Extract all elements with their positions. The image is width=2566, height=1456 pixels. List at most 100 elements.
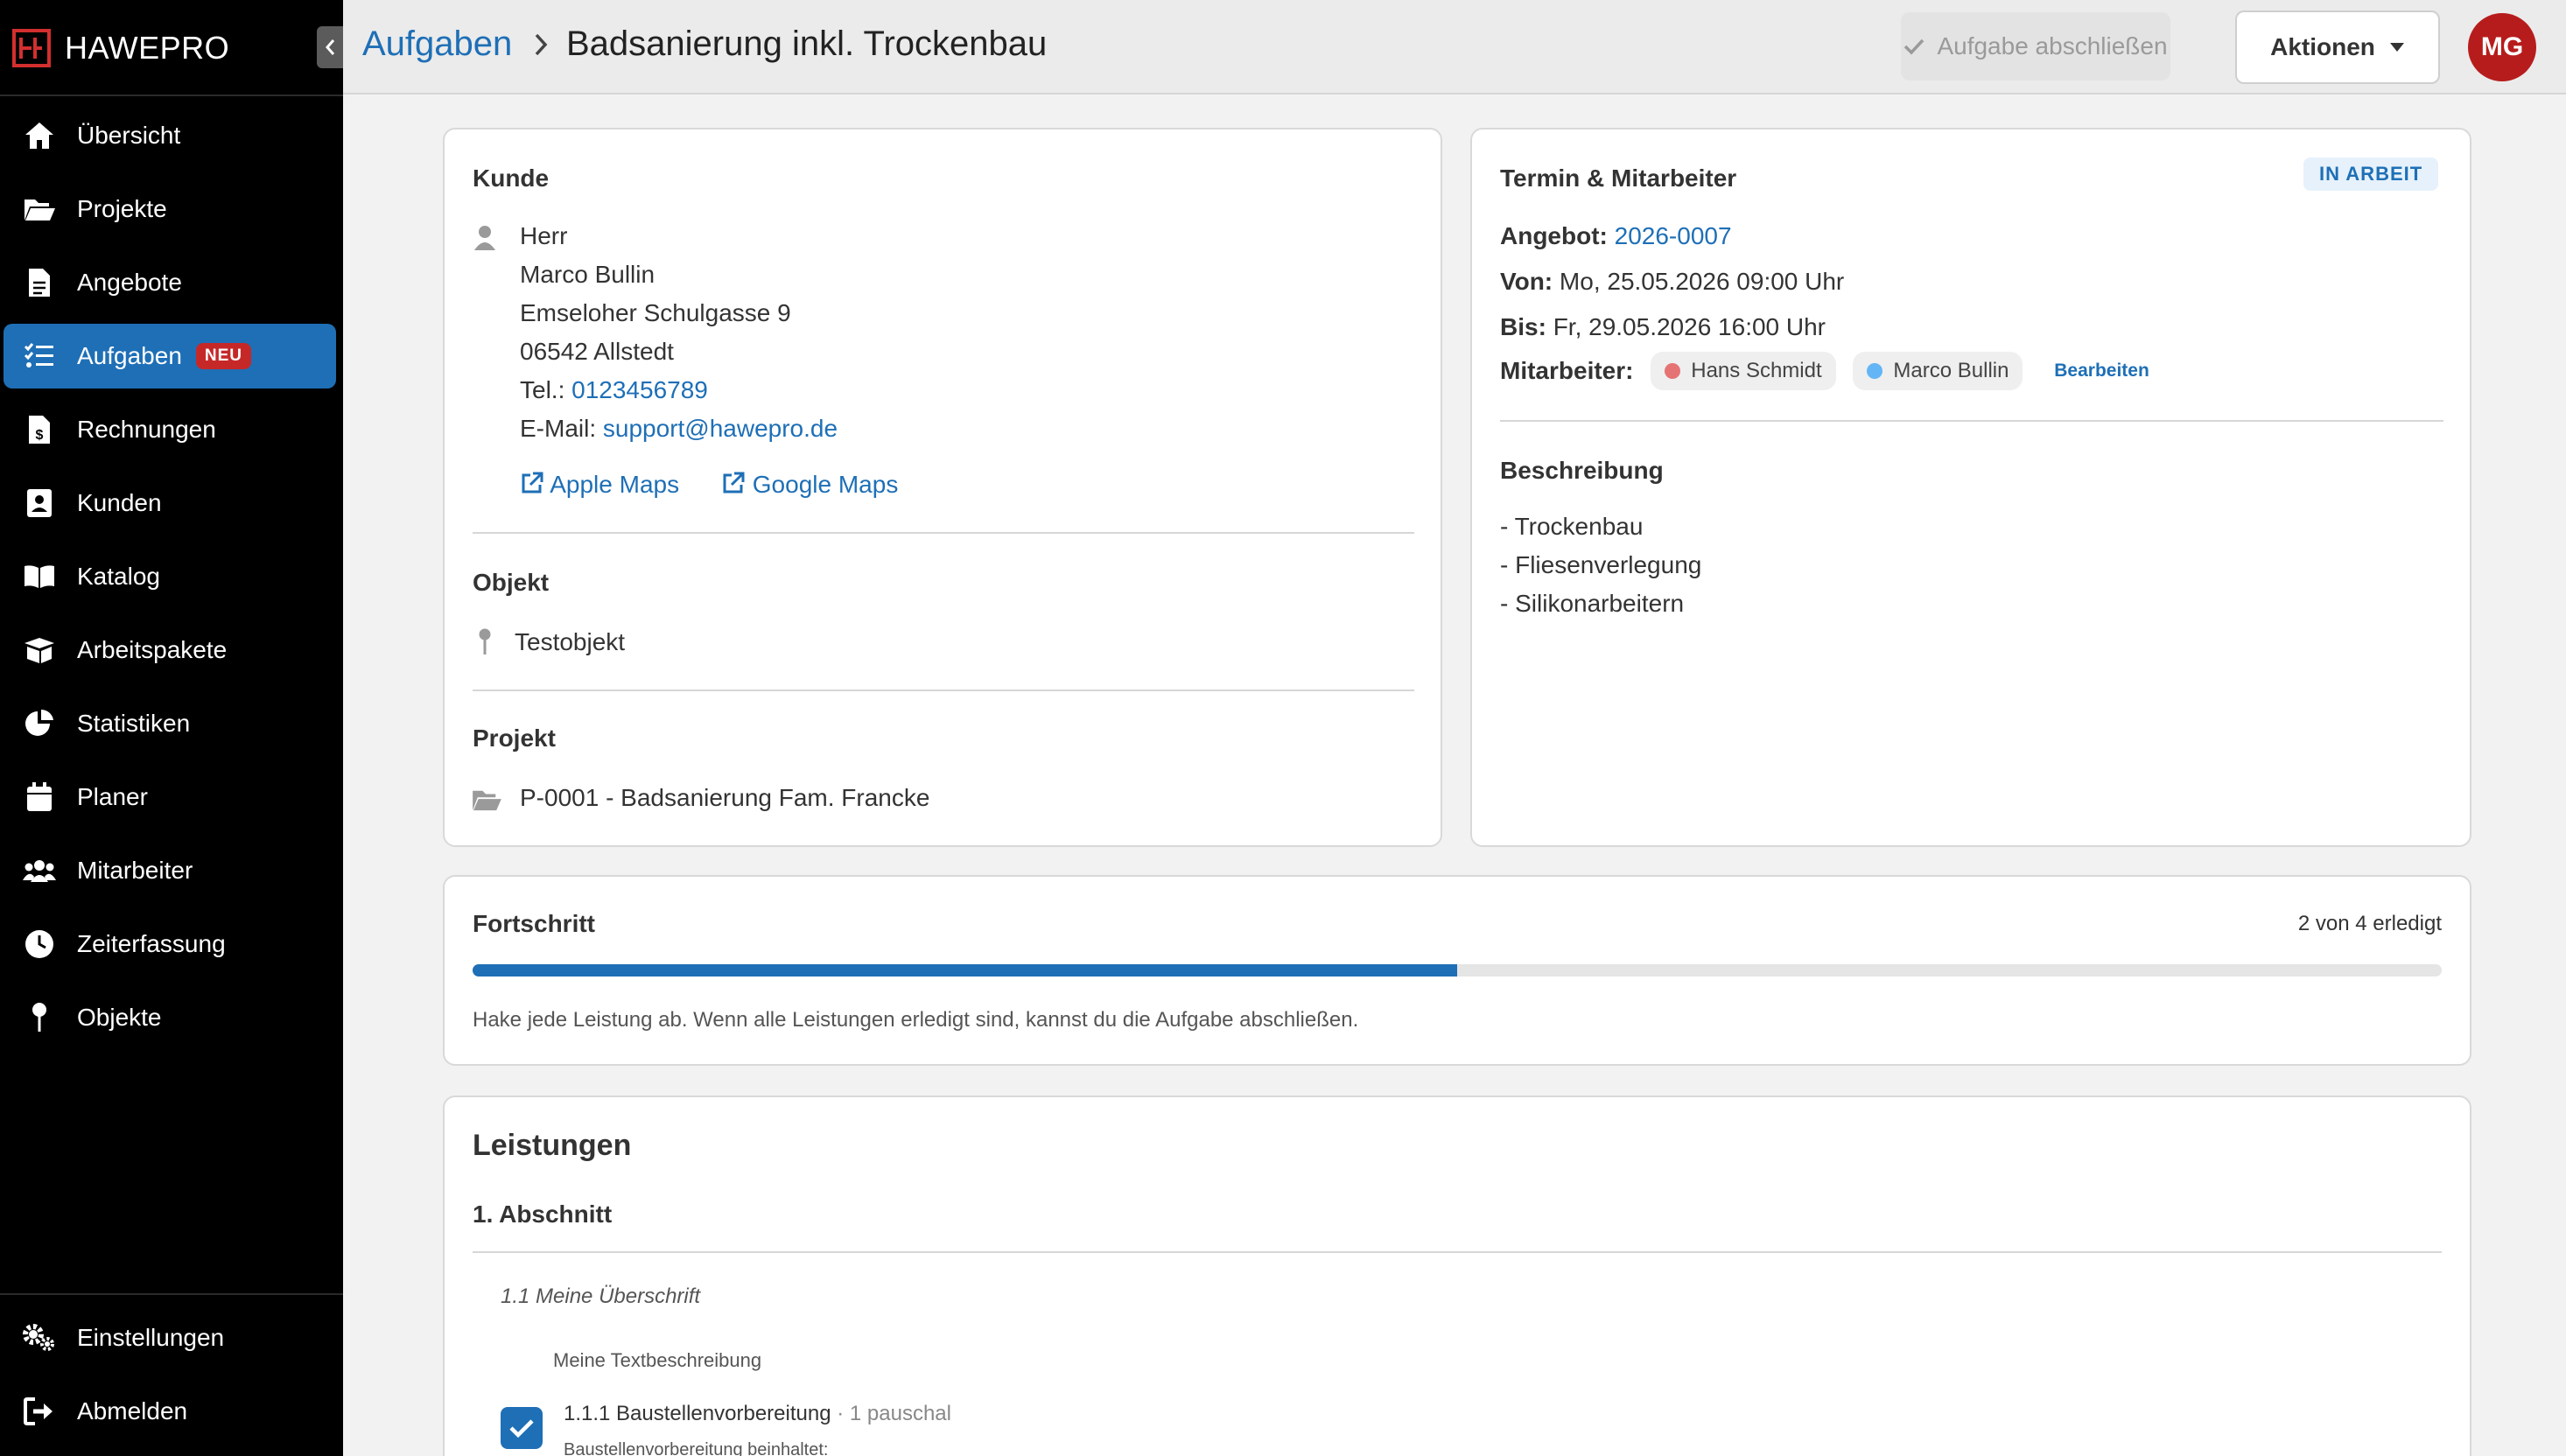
sidebar-item-objekte[interactable]: Objekte xyxy=(4,985,336,1050)
service-item-detail: Baustellenvorbereitung beinhaltet: xyxy=(564,1440,829,1456)
sidebar-item-label: Einstellungen xyxy=(77,1324,225,1351)
sidebar-item-mitarbeiter[interactable]: Mitarbeiter xyxy=(4,838,336,903)
services-heading: Leistungen xyxy=(473,1129,632,1162)
email-label: E-Mail: xyxy=(520,415,597,442)
sidebar-item-label: Angebote xyxy=(77,269,182,296)
email-link[interactable]: support@hawepro.de xyxy=(603,415,838,442)
customer-salutation: Herr xyxy=(520,222,568,249)
staff-color-dot xyxy=(1665,363,1681,379)
customer-card: Kunde Herr Marco Bullin Emseloher Schulg… xyxy=(443,128,1442,847)
sidebar-item-rechnungen[interactable]: $ Rechnungen xyxy=(4,397,336,462)
object-link[interactable]: Testobjekt xyxy=(515,628,625,656)
sidebar-item-label: Arbeitspakete xyxy=(77,636,228,663)
divider xyxy=(473,1251,2442,1253)
project-link[interactable]: P-0001 - Badsanierung Fam. Francke xyxy=(520,784,929,812)
new-badge: NEU xyxy=(195,343,252,369)
schedule-heading: Termin & Mitarbeiter xyxy=(1500,164,1737,192)
calendar-icon xyxy=(21,779,58,816)
sidebar-item-label: Mitarbeiter xyxy=(77,857,193,884)
google-maps-link[interactable]: Google Maps xyxy=(721,471,898,499)
customer-phone-row: Tel.: 0123456789 xyxy=(520,376,708,404)
sidebar-item-einstellungen[interactable]: Einstellungen xyxy=(4,1306,336,1370)
customer-heading: Kunde xyxy=(473,164,550,192)
apple-maps-label: Apple Maps xyxy=(550,471,680,498)
sidebar-item-label: Rechnungen xyxy=(77,416,216,443)
staff-name: Marco Bullin xyxy=(1893,359,2009,382)
offer-label: Angebot: xyxy=(1500,222,1608,249)
complete-task-label: Aufgabe abschließen xyxy=(1937,32,2168,60)
divider xyxy=(1500,420,2443,422)
sidebar-item-uebersicht[interactable]: Übersicht xyxy=(4,103,336,168)
customer-name: Marco Bullin xyxy=(520,261,656,288)
progress-bar-fill xyxy=(473,964,1457,976)
sidebar-item-label: Abmelden xyxy=(77,1397,188,1424)
sidebar-item-statistiken[interactable]: Statistiken xyxy=(4,691,336,756)
from-row: Von: Mo, 25.05.2026 09:00 Uhr xyxy=(1500,268,1844,296)
sidebar-item-label: Aufgaben xyxy=(77,342,182,369)
pin-icon xyxy=(21,999,58,1036)
sidebar-item-aufgaben[interactable]: Aufgaben NEU xyxy=(4,324,336,388)
staff-color-dot xyxy=(1867,363,1883,379)
pie-chart-icon xyxy=(21,705,58,742)
sidebar-item-label: Katalog xyxy=(77,563,160,590)
staff-row: Mitarbeiter: Hans Schmidt Marco Bullin B… xyxy=(1500,352,2149,390)
from-value: Mo, 25.05.2026 09:00 Uhr xyxy=(1559,268,1845,295)
chevron-right-icon xyxy=(535,33,548,56)
sidebar-item-label: Kunden xyxy=(77,489,162,516)
service-done-checkbox[interactable] xyxy=(501,1407,543,1449)
sidebar-item-projekte[interactable]: Projekte xyxy=(4,177,336,242)
description-line: - Fliesenverlegung xyxy=(1500,551,1702,578)
progress-hint: Hake jede Leistung ab. Wenn alle Leistun… xyxy=(473,1008,1359,1032)
collapse-sidebar-button[interactable] xyxy=(317,26,343,68)
top-header: Aufgaben Badsanierung inkl. Trockenbau A… xyxy=(343,0,2566,94)
to-row: Bis: Fr, 29.05.2026 16:00 Uhr xyxy=(1500,313,1826,341)
sidebar-item-label: Übersicht xyxy=(77,122,181,149)
edit-staff-link[interactable]: Bearbeiten xyxy=(2054,360,2149,381)
caret-down-icon xyxy=(2389,43,2404,52)
external-link-icon xyxy=(723,472,745,494)
apple-maps-link[interactable]: Apple Maps xyxy=(520,471,679,499)
status-badge: IN ARBEIT xyxy=(2303,158,2439,191)
sidebar-item-abmelden[interactable]: Abmelden xyxy=(4,1379,336,1444)
sidebar-item-zeiterfassung[interactable]: Zeiterfassung xyxy=(4,912,336,976)
breadcrumb-aufgaben-link[interactable]: Aufgaben xyxy=(362,24,512,64)
brand-name: HAWEPRO xyxy=(65,30,230,66)
offer-row: Angebot: 2026-0007 xyxy=(1500,222,1732,250)
actions-dropdown-button[interactable]: Aktionen xyxy=(2235,10,2440,84)
sidebar-item-angebote[interactable]: Angebote xyxy=(4,250,336,315)
sidebar-item-katalog[interactable]: Katalog xyxy=(4,544,336,609)
project-heading: Projekt xyxy=(473,724,556,752)
staff-chip: Marco Bullin xyxy=(1853,352,2023,390)
to-label: Bis: xyxy=(1500,313,1546,340)
description-heading: Beschreibung xyxy=(1500,457,1664,484)
to-value: Fr, 29.05.2026 16:00 Uhr xyxy=(1553,313,1826,340)
service-item-quantity: · 1 pauschal xyxy=(837,1402,951,1425)
description-line: - Trockenbau xyxy=(1500,513,1644,540)
sidebar-item-label: Objekte xyxy=(77,1004,162,1031)
sidebar-item-kunden[interactable]: Kunden xyxy=(4,471,336,536)
schedule-card: Termin & Mitarbeiter IN ARBEIT Angebot: … xyxy=(1470,128,2471,847)
phone-link[interactable]: 0123456789 xyxy=(571,376,708,403)
object-heading: Objekt xyxy=(473,569,550,596)
description-line: - Silikonarbeitern xyxy=(1500,590,1685,617)
complete-task-button[interactable]: Aufgabe abschließen xyxy=(1901,12,2170,80)
check-icon xyxy=(509,1419,534,1438)
sidebar-item-planer[interactable]: Planer xyxy=(4,765,336,830)
sidebar-item-arbeitspakete[interactable]: Arbeitspakete xyxy=(4,618,336,682)
brand[interactable]: HAWEPRO xyxy=(12,26,229,70)
customer-city: 06542 Allstedt xyxy=(520,338,674,365)
text-description: Meine Textbeschreibung xyxy=(553,1349,762,1371)
document-icon xyxy=(21,264,58,301)
customer-email-row: E-Mail: support@hawepro.de xyxy=(520,415,838,443)
user-avatar[interactable]: MG xyxy=(2468,13,2536,81)
users-icon xyxy=(21,852,58,889)
page-title: Badsanierung inkl. Trockenbau xyxy=(566,24,1048,63)
google-maps-label: Google Maps xyxy=(752,471,899,498)
offer-link[interactable]: 2026-0007 xyxy=(1615,222,1732,249)
customer-street: Emseloher Schulgasse 9 xyxy=(520,299,791,326)
sidebar-item-label: Projekte xyxy=(77,195,167,222)
services-card: Leistungen 1. Abschnitt 1.1 Meine Übersc… xyxy=(443,1096,2471,1456)
staff-label: Mitarbeiter: xyxy=(1500,357,1634,384)
divider xyxy=(473,690,1414,691)
tasks-icon xyxy=(21,338,58,374)
